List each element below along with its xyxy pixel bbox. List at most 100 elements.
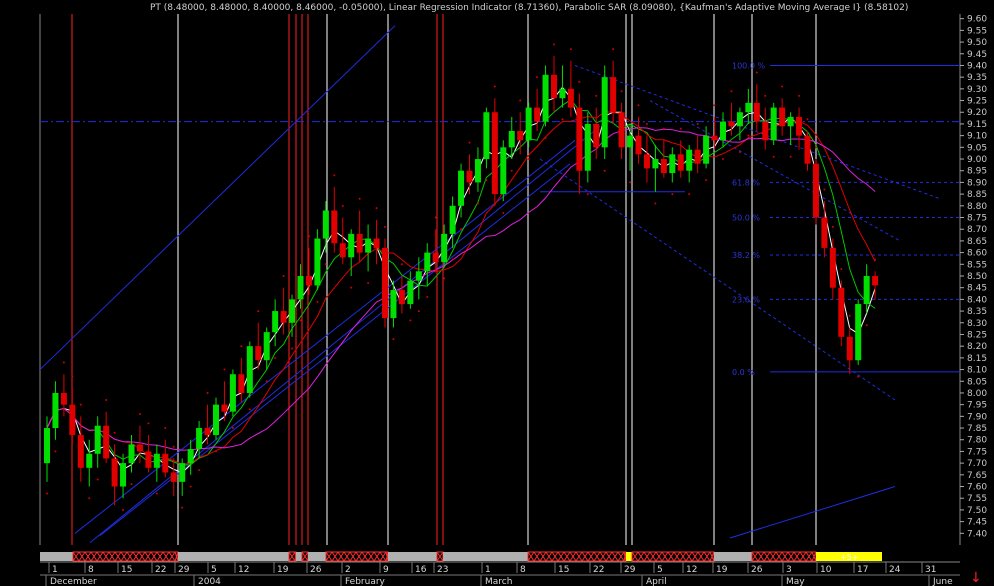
candle xyxy=(305,247,312,295)
y-tick-label: 9.55 xyxy=(967,26,987,36)
sar-dot xyxy=(248,408,251,411)
candle xyxy=(390,280,397,328)
y-tick-label: 9.60 xyxy=(967,15,987,25)
candle-body xyxy=(703,135,710,164)
month-label: 2004 xyxy=(198,577,221,586)
sar-dot xyxy=(468,141,471,144)
stock-chart[interactable]: PT (8.48000, 8.48000, 8.40000, 8.46000, … xyxy=(0,0,994,586)
sar-dot xyxy=(291,347,294,350)
candle xyxy=(128,435,135,473)
y-tick-label: 7.85 xyxy=(967,424,987,434)
candle-body xyxy=(491,112,498,195)
sar-dot xyxy=(147,422,150,425)
sar-dot xyxy=(865,324,868,327)
candle xyxy=(779,98,786,136)
sar-dot xyxy=(679,127,682,130)
candle xyxy=(728,102,735,136)
candle-body xyxy=(196,428,203,450)
month-label: April xyxy=(646,577,667,586)
sar-dot xyxy=(671,193,674,196)
sar-dot xyxy=(823,188,826,191)
vertical-markers xyxy=(39,14,961,545)
candle-body xyxy=(728,121,735,127)
y-tick-label: 8.25 xyxy=(967,330,987,340)
sar-dot xyxy=(476,202,479,205)
candle-body xyxy=(838,287,845,337)
candle xyxy=(221,381,228,422)
ma-line xyxy=(46,86,876,474)
candle-body xyxy=(635,135,642,155)
sar-dot xyxy=(164,427,167,430)
candle xyxy=(660,140,667,178)
down-arrow-icon[interactable]: ↓ xyxy=(970,570,982,586)
candle xyxy=(753,84,760,131)
day-label: 15 xyxy=(558,565,569,575)
sar-dot xyxy=(553,43,555,46)
sar-dot xyxy=(747,134,750,137)
candle-body xyxy=(779,107,786,127)
sar-dot xyxy=(848,314,851,317)
candle-body xyxy=(846,336,853,361)
candle-body xyxy=(322,210,329,239)
band-segment xyxy=(40,552,73,561)
day-label: 15 xyxy=(121,565,132,575)
candle-body xyxy=(872,275,879,286)
candle-body xyxy=(694,149,701,164)
candle xyxy=(491,98,498,206)
y-tick-label: 9.45 xyxy=(967,50,987,60)
sar-dot xyxy=(231,427,234,430)
candle xyxy=(694,135,701,174)
candle-body xyxy=(229,374,236,412)
period-bands: +5+ xyxy=(40,551,882,562)
candle-body xyxy=(474,159,481,183)
candle xyxy=(846,327,853,375)
candle-body xyxy=(356,233,363,253)
sar-dot xyxy=(71,375,74,378)
candle xyxy=(838,280,845,347)
band-segment xyxy=(626,552,632,561)
candle-body xyxy=(77,435,84,468)
candle xyxy=(542,65,549,127)
y-tick-label: 7.75 xyxy=(967,447,987,457)
sar-dot xyxy=(384,225,386,228)
candle xyxy=(136,425,143,464)
band-segment xyxy=(443,552,528,561)
candle-body xyxy=(162,453,169,473)
y-tick-label: 7.50 xyxy=(967,506,987,516)
channel-line xyxy=(74,139,576,534)
sar-dot xyxy=(662,127,665,130)
y-tick-label: 9.20 xyxy=(967,108,987,118)
y-tick-label: 8.80 xyxy=(967,202,987,212)
sar-dot xyxy=(772,155,775,158)
candle-body xyxy=(576,107,583,171)
y-tick-label: 8.45 xyxy=(967,284,987,294)
day-label: 5 xyxy=(657,565,663,575)
day-label: 17 xyxy=(857,565,868,575)
candle-body xyxy=(305,275,312,286)
candle-body xyxy=(601,77,608,148)
sar-dot xyxy=(257,310,260,313)
candle xyxy=(559,65,566,108)
sar-dot xyxy=(645,122,648,125)
candle xyxy=(720,112,726,148)
candle xyxy=(770,102,777,145)
candle xyxy=(179,458,186,496)
day-label: 1 xyxy=(485,565,491,575)
candle xyxy=(796,107,803,150)
sar-dot xyxy=(223,368,226,371)
sar-dot xyxy=(510,169,513,172)
candle xyxy=(246,341,253,398)
sar-dot xyxy=(713,104,716,107)
y-tick-label: 8.15 xyxy=(967,354,987,364)
candle xyxy=(331,187,338,253)
candle-body xyxy=(534,107,541,122)
sar-dot xyxy=(307,235,310,238)
candle-body xyxy=(221,404,228,412)
y-tick-label: 9.00 xyxy=(967,155,987,165)
candle xyxy=(120,453,127,499)
candle xyxy=(567,60,574,117)
candle-body xyxy=(331,210,338,244)
candle xyxy=(145,435,152,473)
y-tick-label: 7.95 xyxy=(967,401,987,411)
y-tick-label: 8.10 xyxy=(967,366,987,376)
